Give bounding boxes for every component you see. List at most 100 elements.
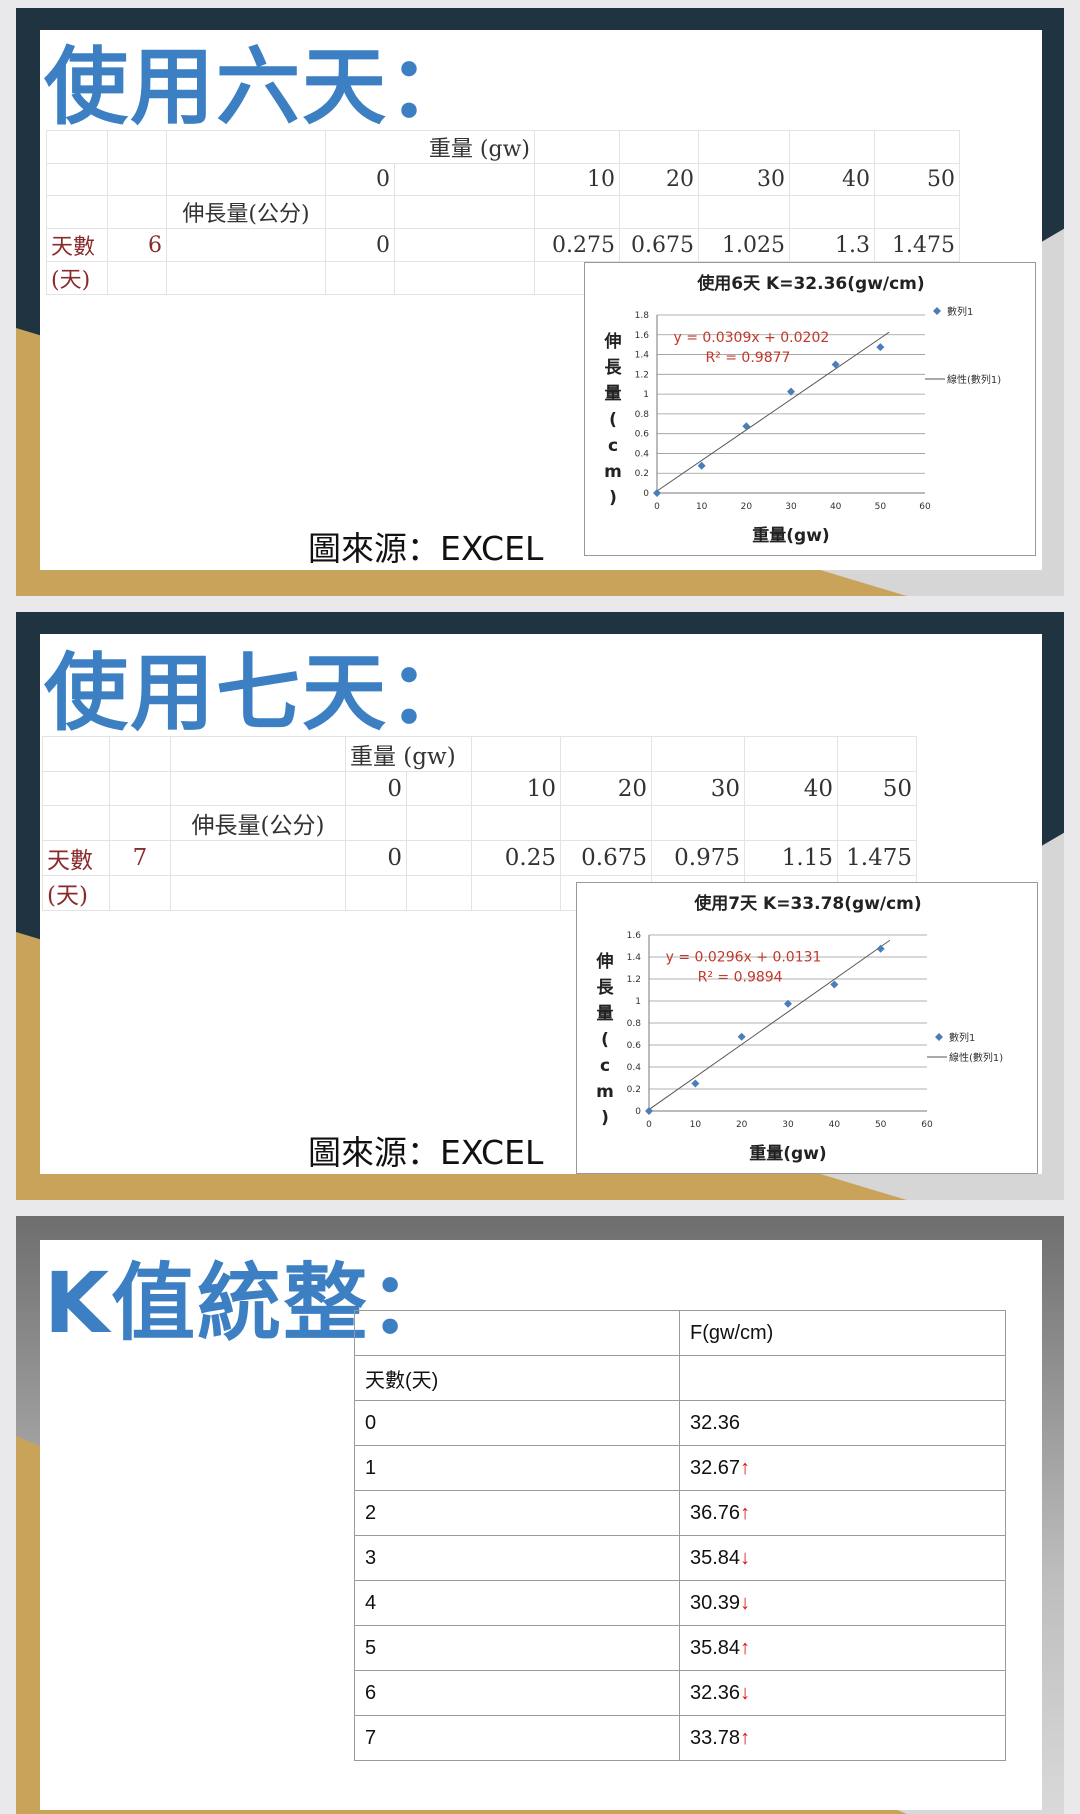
- slide-1-title: 使用六天：: [44, 38, 475, 136]
- y-axis-label-char: (: [601, 1030, 609, 1050]
- table-row: 1 32.67↑: [354, 1445, 1006, 1491]
- y-axis-label-char: c: [600, 1056, 610, 1076]
- arrow-up-icon: ↑: [740, 1636, 751, 1659]
- chart-day6: 使用6天 K=32.36(gw/cm) 0 0.2 0.4 0.6 0.8 1 1.2 1.4 1…: [584, 262, 1036, 556]
- x-tick-label: 50: [875, 502, 887, 512]
- source-caption: 圖來源：EXCEL: [308, 529, 544, 568]
- weight-cell: 10: [534, 163, 620, 196]
- chart-title: 使用6天 K=32.36(gw/cm): [696, 273, 924, 294]
- y-tick-label: 1.2: [635, 370, 649, 380]
- y-tick-label: 0: [635, 1107, 641, 1117]
- source-caption: 圖來源：EXCEL: [308, 1133, 544, 1172]
- k-value: 32.36: [690, 1681, 741, 1704]
- day-value: 7: [109, 840, 171, 876]
- trendline: [648, 939, 891, 1110]
- length-cell: 1.025: [698, 228, 790, 262]
- data-point: [697, 461, 706, 470]
- day-value: 6: [107, 228, 167, 262]
- x-tick-label: 50: [875, 1120, 887, 1130]
- data-point: [653, 489, 661, 497]
- length-cell: 0.975: [651, 840, 745, 876]
- legend-series: 數列1: [947, 305, 973, 318]
- legend-marker: [935, 1033, 943, 1041]
- table-row: 7 33.78↑: [354, 1715, 1006, 1761]
- slide-2-title: 使用七天：: [44, 644, 475, 742]
- length-cell: 1.3: [789, 228, 875, 262]
- arrow-down-icon: ↓: [740, 1546, 751, 1569]
- slide-1: 使用六天： 重量 (gw) 0 10 20 30 40 50 伸長量(公分) 天…: [16, 8, 1064, 596]
- y-axis-label-char: ): [609, 488, 617, 508]
- y-axis-label-char: (: [609, 410, 617, 430]
- arrow-up-icon: ↑: [740, 1726, 751, 1749]
- slide-3: K值統整： F(gw/cm) 天數(天) 0 32.36 1 32.67↑ 2 36.76…: [16, 1216, 1064, 1814]
- weight-cell: 10: [471, 771, 561, 806]
- y-tick-label: 0.8: [635, 410, 650, 420]
- x-tick-label: 0: [654, 502, 660, 512]
- k-value-cell: 32.67↑: [679, 1445, 1006, 1491]
- y-tick-label: 1.8: [635, 311, 650, 321]
- weight-cell: 30: [651, 771, 745, 806]
- k-value: 33.78: [690, 1726, 741, 1749]
- k-value-cell: 33.78↑: [679, 1715, 1006, 1761]
- length-cell: 1.475: [874, 228, 960, 262]
- y-tick-label: 1.4: [627, 953, 642, 963]
- table-row: 6 32.36↓: [354, 1670, 1006, 1716]
- legend-marker: [933, 307, 941, 315]
- arrow-down-icon: ↓: [740, 1591, 751, 1614]
- weight-cell: 40: [789, 163, 875, 196]
- k-value-cell: 35.84↓: [679, 1535, 1006, 1581]
- y-axis-label-char: 長: [597, 978, 615, 998]
- k-value: 35.84: [690, 1636, 741, 1659]
- day-cell: 0: [354, 1400, 680, 1446]
- data-point: [691, 1079, 700, 1088]
- weight-cell: 30: [698, 163, 790, 196]
- y-tick-label: 0.2: [635, 469, 649, 479]
- table-row: 5 35.84↑: [354, 1625, 1006, 1671]
- length-cell: 0.675: [560, 840, 652, 876]
- k-value: 32.36: [690, 1411, 741, 1434]
- length-cell: 1.475: [837, 840, 917, 876]
- x-tick-label: 30: [785, 502, 797, 512]
- x-tick-label: 60: [921, 1120, 933, 1130]
- weight-header: 重量 (gw): [345, 736, 472, 772]
- chart-day7: 使用7天 K=33.78(gw/cm) 0 0.2 0.4 0.6 0.8 1 1.2 1.4 1…: [576, 882, 1038, 1174]
- day-cell: 6: [354, 1670, 680, 1716]
- chart-svg: 使用7天 K=33.78(gw/cm) 0 0.2 0.4 0.6 0.8 1 1.2 1.4 1…: [596, 893, 1004, 1164]
- weight-cell: 20: [619, 163, 699, 196]
- x-tick-label: 10: [690, 1120, 702, 1130]
- y-tick-label: 1: [635, 997, 641, 1007]
- k-value: 35.84: [690, 1546, 741, 1569]
- k-value-cell: 32.36↓: [679, 1670, 1006, 1716]
- y-tick-label: 0.6: [627, 1041, 642, 1051]
- y-tick-label: 0.4: [627, 1063, 642, 1073]
- table-row: 3 35.84↓: [354, 1535, 1006, 1581]
- y-tick-label: 1: [643, 390, 649, 400]
- chart-svg: 使用6天 K=32.36(gw/cm) 0 0.2 0.4 0.6 0.8 1 1.2 1.4 1…: [604, 273, 1002, 546]
- y-tick-label: 1.6: [627, 931, 642, 941]
- legend-trendline: 線性(數列1): [949, 1051, 1003, 1064]
- arrow-up-icon: ↑: [740, 1456, 751, 1479]
- k-summary-table: F(gw/cm) 天數(天) 0 32.36 1 32.67↑ 2 36.76↑ 3 35.8…: [354, 1310, 1006, 1761]
- table-row: 0 32.36: [354, 1400, 1006, 1446]
- weight-cell: 40: [744, 771, 838, 806]
- k-col-header: F(gw/cm): [679, 1310, 1006, 1356]
- y-axis-label-char: 伸: [596, 951, 614, 972]
- k-value: 32.67: [690, 1456, 741, 1479]
- row-label-unit: (天): [42, 875, 110, 911]
- y-axis-label-char: m: [596, 1082, 614, 1102]
- weight-cell: 0: [325, 163, 395, 196]
- x-tick-label: 30: [782, 1120, 794, 1130]
- weight-header: 重量 (gw): [325, 130, 535, 164]
- slide-2: 使用七天： 重量 (gw) 0 10 20 30 40 50 伸長量(公分) 天…: [16, 612, 1064, 1200]
- y-axis-label-char: c: [608, 436, 618, 456]
- length-cell: 0.25: [471, 840, 561, 876]
- y-axis-label-char: 量: [605, 383, 622, 404]
- y-tick-label: 0: [643, 489, 649, 499]
- y-tick-label: 1.4: [635, 351, 650, 361]
- k-value: 30.39: [690, 1591, 741, 1614]
- y-axis-label-char: m: [604, 462, 622, 482]
- x-tick-label: 20: [741, 502, 753, 512]
- y-tick-label: 1.2: [627, 975, 641, 985]
- arrow-up-icon: ↑: [740, 1501, 751, 1524]
- row-label: 天數: [46, 228, 108, 262]
